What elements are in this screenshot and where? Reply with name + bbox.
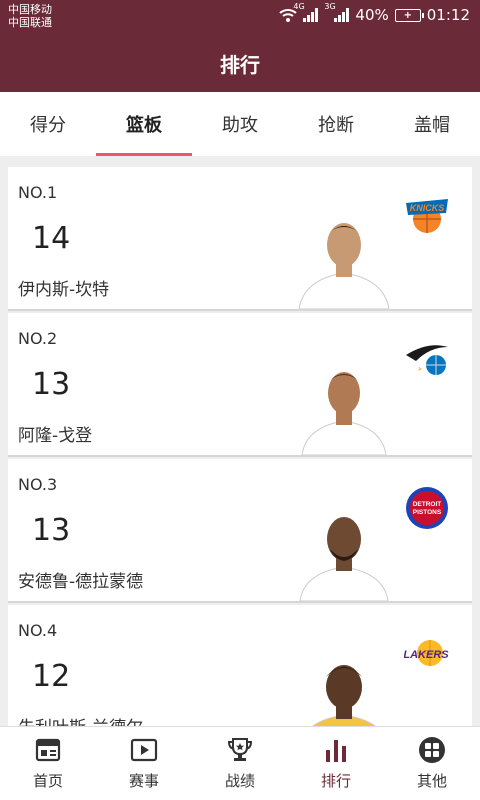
nav-events-label: 赛事 xyxy=(128,772,159,790)
clock: 01:12 xyxy=(426,6,470,24)
battery-percent: 40% xyxy=(355,6,389,24)
grid-icon xyxy=(419,737,445,763)
status-icons: 4G 3G 40% + 01:12 xyxy=(279,2,470,24)
carrier-2: 中国联通 xyxy=(8,16,52,29)
svg-text:DETROIT: DETROIT xyxy=(413,501,442,508)
battery-icon: + xyxy=(394,8,424,22)
status-bar: 中国移动 中国联通 4G 3G 40% + 01:12 xyxy=(0,0,480,34)
carrier-1: 中国移动 xyxy=(8,3,52,16)
nav-ranking[interactable]: 排行 xyxy=(288,727,384,800)
knicks-logo-icon: KNICKS xyxy=(406,199,448,233)
stat-tabs: 得分 篮板 助攻 抢断 盖帽 xyxy=(0,92,480,156)
player-name: 朱利叶斯-兰德尔 xyxy=(18,713,143,727)
rank-label: NO.2 xyxy=(18,329,58,348)
nav-events[interactable]: 赛事 xyxy=(96,727,192,800)
tab-assists[interactable]: 助攻 xyxy=(192,92,288,156)
trophy-icon xyxy=(227,738,253,761)
svg-text:KNICKS: KNICKS xyxy=(410,203,445,213)
nav-record[interactable]: 战绩 xyxy=(192,727,288,800)
player-photo xyxy=(298,223,390,309)
ranking-card[interactable]: NO.1 14 伊内斯-坎特 KNICKS xyxy=(8,167,472,311)
ranking-card[interactable]: NO.2 13 阿隆-戈登 xyxy=(8,313,472,457)
lakers-logo-icon: LAKERS xyxy=(404,640,449,666)
player-photo xyxy=(301,372,387,455)
nav-home-label: 首页 xyxy=(32,772,63,790)
player-name: 伊内斯-坎特 xyxy=(18,280,110,300)
network-type-2: 3G xyxy=(324,2,336,11)
ranking-list: NO.1 14 伊内斯-坎特 KNICKS NO.2 13 阿隆-戈登 NO.3… xyxy=(8,167,472,727)
stat-value: 13 xyxy=(32,513,71,548)
carrier-info: 中国移动 中国联通 xyxy=(8,3,52,29)
page-title: 排行 xyxy=(0,34,480,92)
ranking-card[interactable]: NO.3 13 安德鲁-德拉蒙德 DETROIT PISTONS xyxy=(8,459,472,603)
rank-label: NO.1 xyxy=(18,183,58,202)
stat-value: 13 xyxy=(32,367,71,402)
pistons-logo-icon: DETROIT PISTONS xyxy=(406,487,448,529)
tab-rebounds[interactable]: 篮板 xyxy=(96,92,192,156)
magic-logo-icon xyxy=(406,345,448,375)
nav-other-label: 其他 xyxy=(416,772,447,790)
nav-other[interactable]: 其他 xyxy=(384,727,480,800)
rank-label: NO.3 xyxy=(18,475,58,494)
ranking-card[interactable]: NO.4 12 朱利叶斯-兰德尔 LAKERS xyxy=(8,605,472,727)
tab-steals[interactable]: 抢断 xyxy=(288,92,384,156)
signal-icon-1: 4G xyxy=(293,2,319,22)
svg-text:LAKERS: LAKERS xyxy=(404,649,449,661)
network-type-1: 4G xyxy=(293,2,305,11)
bottom-nav: 首页 赛事 战绩 排行 其他 xyxy=(0,726,480,800)
player-photo xyxy=(299,517,389,601)
home-icon xyxy=(35,738,61,762)
stat-value: 14 xyxy=(32,221,71,256)
nav-record-label: 战绩 xyxy=(224,772,255,790)
play-icon xyxy=(130,738,158,762)
signal-icon-2: 3G xyxy=(324,2,350,22)
nav-home[interactable]: 首页 xyxy=(0,727,96,800)
ranking-icon xyxy=(326,740,346,762)
tab-points[interactable]: 得分 xyxy=(0,92,96,156)
tab-blocks[interactable]: 盖帽 xyxy=(384,92,480,156)
svg-text:PISTONS: PISTONS xyxy=(413,509,442,516)
player-name: 阿隆-戈登 xyxy=(18,426,93,446)
player-photo xyxy=(311,665,377,727)
rank-label: NO.4 xyxy=(18,621,58,640)
nav-ranking-label: 排行 xyxy=(320,772,351,790)
player-name: 安德鲁-德拉蒙德 xyxy=(18,572,144,592)
stat-value: 12 xyxy=(32,659,71,694)
